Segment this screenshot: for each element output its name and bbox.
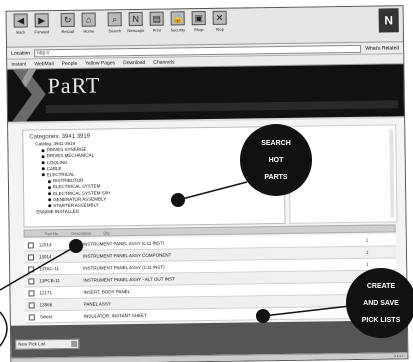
callout-dot [256, 309, 270, 323]
callout-dot [69, 239, 83, 253]
callout-line: HOT [268, 156, 284, 164]
callout-line: AND SAVE [363, 299, 399, 307]
callout-line: SEARCH [261, 139, 291, 147]
callout-line: CREATE [366, 282, 396, 290]
callout-line: PARTS [264, 173, 288, 181]
callout-dot [171, 193, 185, 207]
pick-lists-callout: CREATE AND SAVE PICK LISTS [346, 268, 413, 338]
callout-line: PICK LISTS [361, 316, 401, 324]
search-hot-parts-callout: SEARCH HOT PARTS [240, 124, 312, 196]
